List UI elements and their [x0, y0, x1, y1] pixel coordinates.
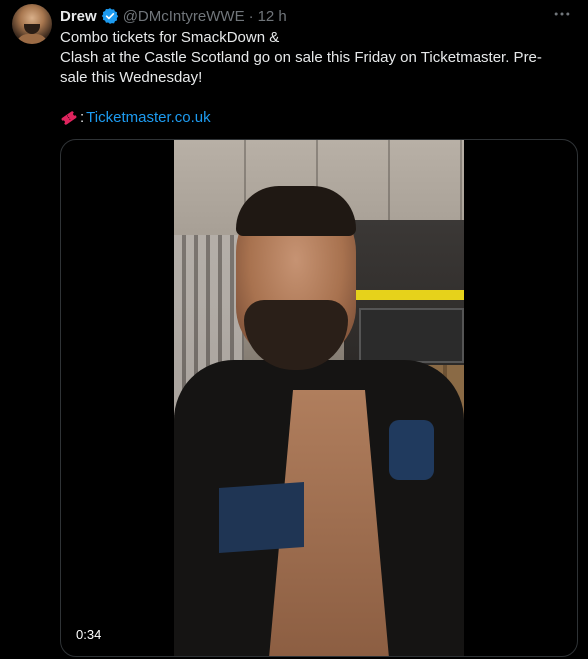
tweet-text-line-3: sale this Wednesday!: [60, 69, 203, 86]
tweet-header: Drew @DMcIntyreWWE · 12 h: [60, 6, 287, 26]
video-frame[interactable]: [174, 140, 464, 656]
tweet-time[interactable]: 12 h: [258, 8, 287, 25]
verified-badge-icon[interactable]: [101, 7, 119, 25]
ticket-icon: [60, 110, 78, 126]
video-player[interactable]: 0:34: [60, 139, 578, 657]
tweet-text: Combo tickets for SmackDown & Clash at t…: [60, 28, 560, 128]
video-hair: [236, 186, 356, 236]
author-handle[interactable]: @DMcIntyreWWE: [123, 8, 245, 25]
video-yellow-strap: [354, 290, 464, 300]
tweet[interactable]: Drew @DMcIntyreWWE · 12 h Combo tickets …: [0, 0, 588, 659]
avatar-torso: [16, 34, 48, 44]
author-name[interactable]: Drew: [60, 8, 97, 25]
link-prefix: :: [80, 109, 85, 126]
video-jacket-patch-right: [389, 420, 434, 480]
avatar-beard: [24, 24, 40, 34]
avatar[interactable]: [12, 4, 52, 44]
link-line: : Ticketmaster.co.uk: [60, 108, 560, 128]
ticketmaster-link[interactable]: Ticketmaster.co.uk: [86, 108, 210, 128]
separator-dot: ·: [248, 7, 254, 25]
video-case: [359, 308, 464, 363]
video-jacket-patch: [219, 482, 304, 553]
tweet-text-line-2: Clash at the Castle Scotland go on sale …: [60, 49, 542, 66]
video-duration: 0:34: [76, 627, 102, 642]
tweet-text-line-1: Combo tickets for SmackDown &: [60, 29, 280, 46]
more-options-icon[interactable]: [550, 4, 574, 24]
